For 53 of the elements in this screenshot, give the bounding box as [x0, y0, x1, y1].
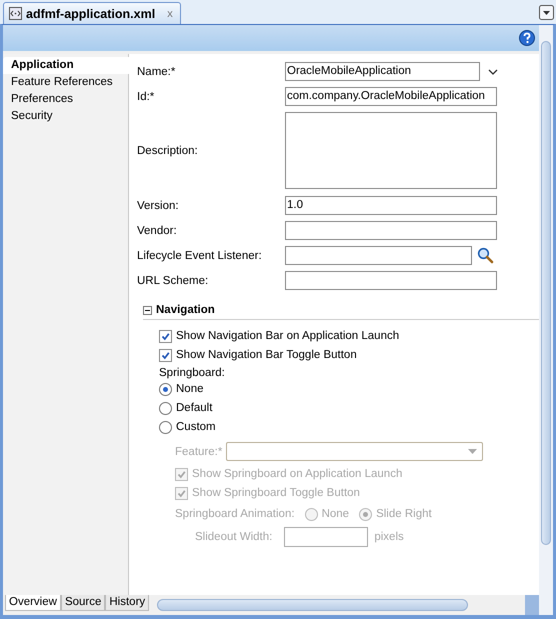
- sidebar-item[interactable]: Preferences: [3, 91, 128, 108]
- input-field[interactable]: [285, 221, 497, 240]
- checkbox-label: Show Springboard on Application Launch: [192, 468, 402, 480]
- checkbox-label: Show Springboard Toggle Button: [192, 487, 360, 499]
- field-label: Vendor:: [137, 224, 178, 236]
- bottom-tab[interactable]: Source: [60, 595, 106, 611]
- checkbox-label: Show Navigation Bar on Application Launch: [176, 330, 400, 342]
- help-icon[interactable]: [519, 30, 535, 46]
- radio-button[interactable]: [159, 402, 172, 414]
- field-label: Lifecycle Event Listener:: [137, 250, 263, 262]
- search-icon[interactable]: [477, 247, 494, 264]
- radio-button[interactable]: [159, 382, 172, 396]
- radio-label: Slide Right: [376, 508, 432, 520]
- field-label: URL Scheme:: [137, 274, 210, 286]
- input-field[interactable]: 1.0: [285, 196, 497, 215]
- caret-icon: [468, 449, 478, 454]
- animation-label: Springboard Animation:: [175, 508, 295, 520]
- radio-label: None: [322, 508, 350, 520]
- springboard-label: Springboard:: [159, 367, 226, 379]
- dropdown-icon[interactable]: [539, 4, 554, 20]
- bottom-tab[interactable]: Overview: [5, 595, 61, 611]
- checkbox[interactable]: [159, 330, 172, 342]
- scrollbar-corner: [525, 595, 539, 615]
- input-field[interactable]: [285, 271, 497, 290]
- sidebar-item[interactable]: Application: [3, 57, 129, 74]
- slideout-label: Slideout Width:: [195, 531, 272, 543]
- radio-button[interactable]: [159, 420, 172, 434]
- name-field[interactable]: OracleMobileApplication: [285, 62, 480, 81]
- checkbox[interactable]: [159, 348, 172, 362]
- caret-icon[interactable]: [488, 68, 498, 74]
- section-title: Navigation: [156, 304, 215, 316]
- radio-label: None: [176, 383, 204, 395]
- radio-label: Default: [176, 402, 212, 414]
- feature-label: Feature:*: [175, 446, 222, 458]
- close-button[interactable]: x: [165, 8, 175, 20]
- xml-file-icon: [9, 7, 22, 20]
- input-field[interactable]: com.company.OracleMobileApplication: [285, 87, 497, 106]
- field-label: Description:: [137, 144, 199, 156]
- field-label: Version:: [137, 200, 180, 212]
- units-label: pixels: [374, 531, 404, 543]
- radio-label: Custom: [176, 421, 216, 433]
- editor-tab[interactable]: adfmf-application.xml x: [3, 2, 181, 24]
- input-field[interactable]: [285, 246, 472, 265]
- checkbox-label: Show Navigation Bar Toggle Button: [176, 349, 357, 361]
- vertical-scrollbar[interactable]: [539, 25, 553, 615]
- sidebar-item[interactable]: Feature References: [3, 74, 128, 91]
- tab-title: adfmf-application.xml: [26, 6, 156, 20]
- description-field[interactable]: [285, 112, 497, 189]
- field-label: Id:*: [137, 90, 156, 102]
- sidebar-item[interactable]: Security: [3, 108, 128, 125]
- collapse-icon[interactable]: [143, 306, 152, 314]
- field-label: Name:*: [137, 66, 176, 78]
- bottom-tab[interactable]: History: [105, 595, 150, 611]
